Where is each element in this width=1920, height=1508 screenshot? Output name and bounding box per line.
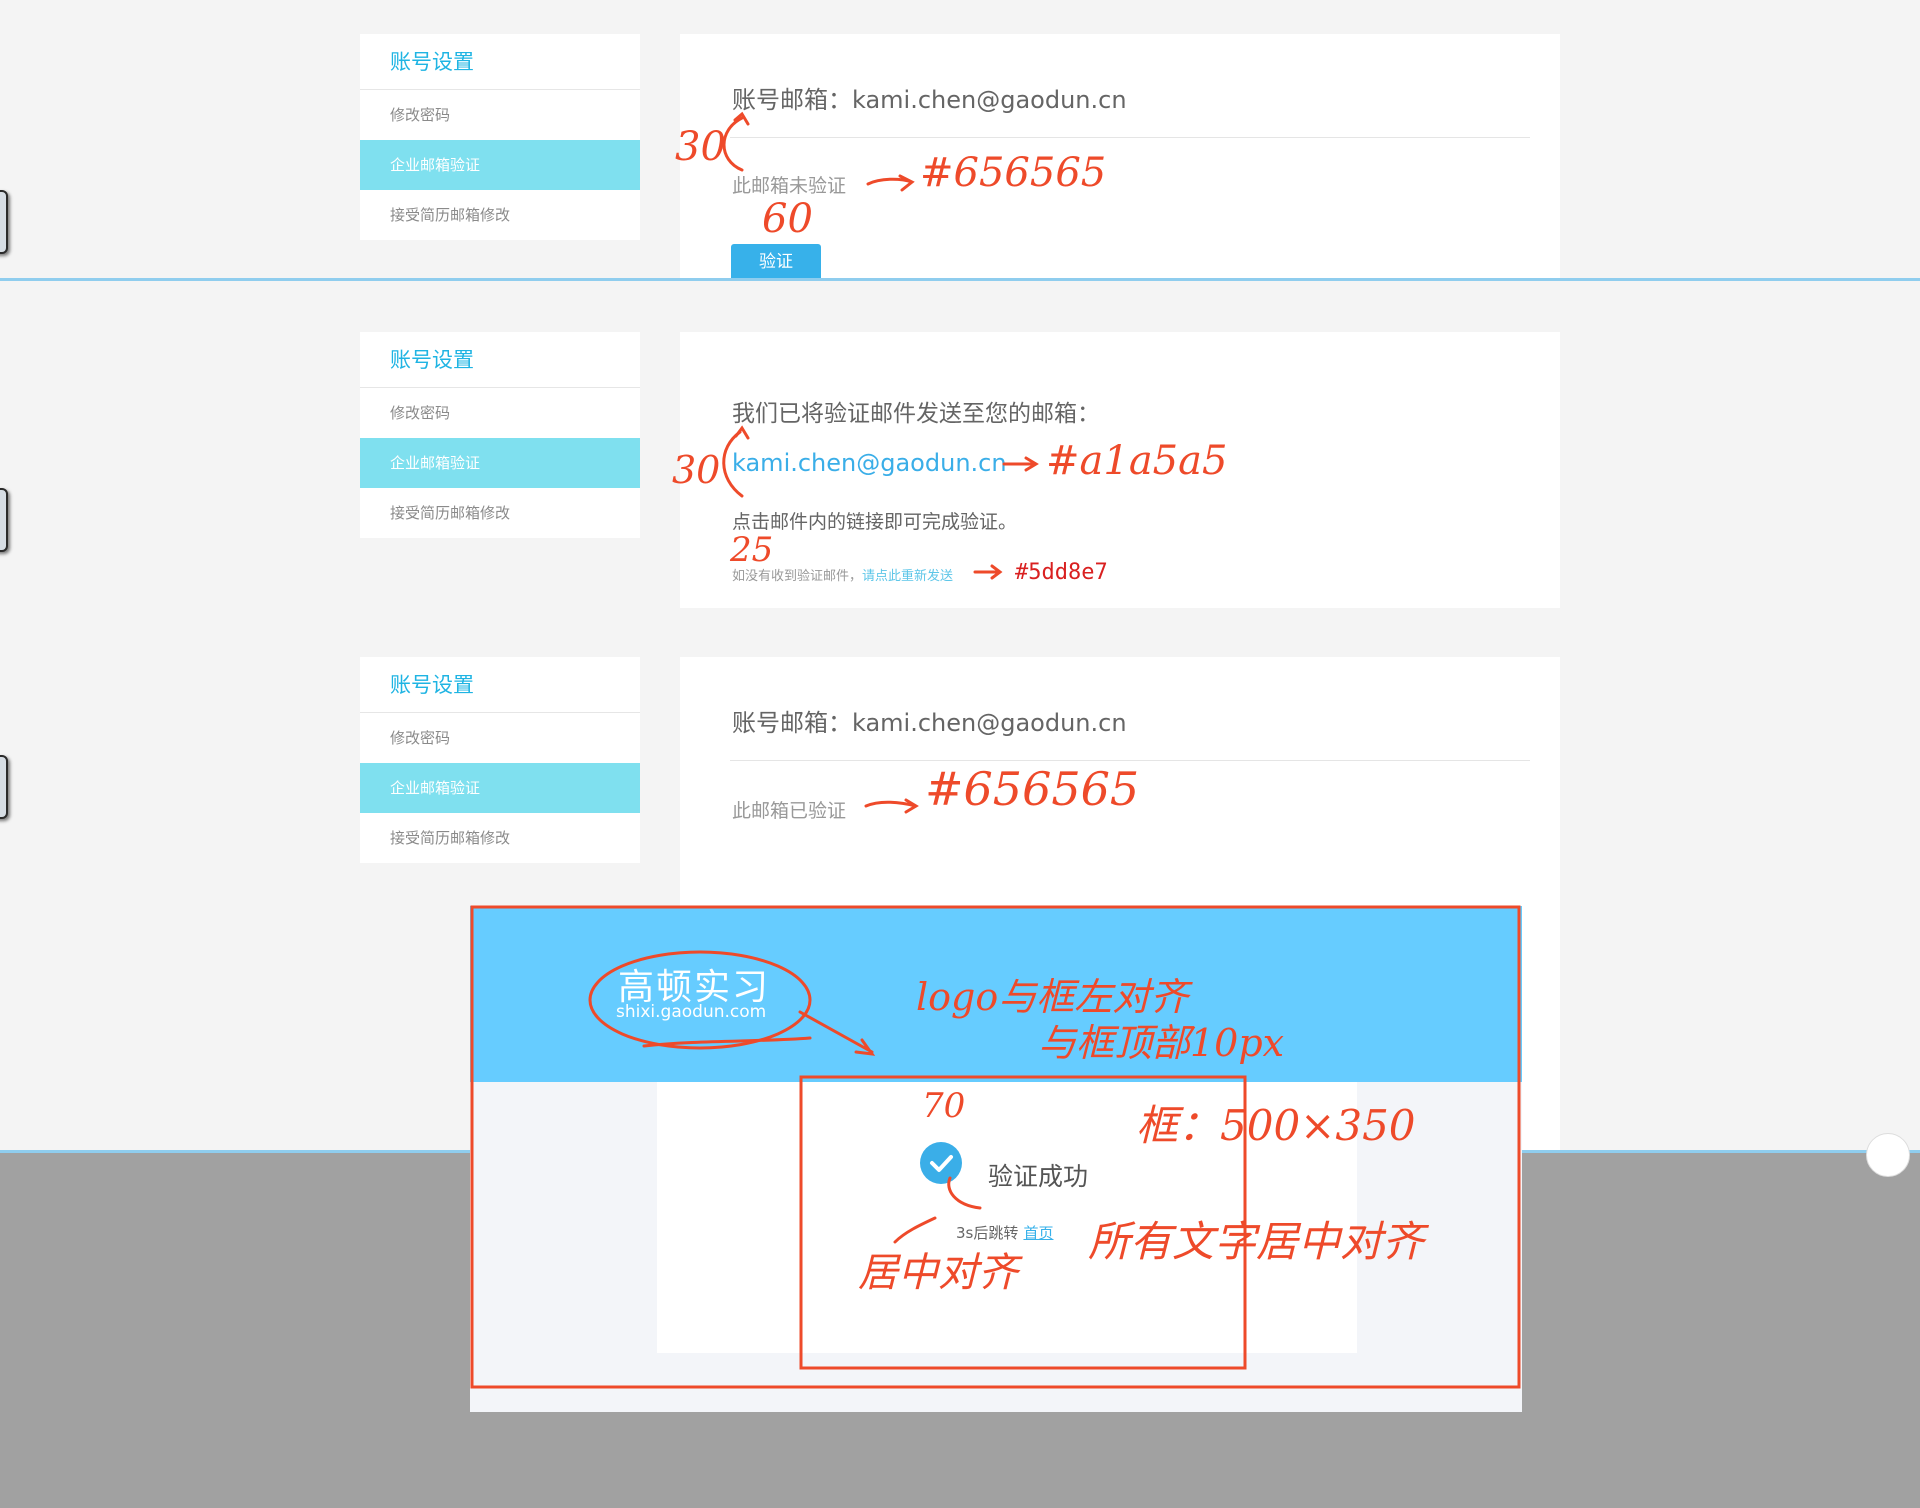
sidebar-item-change-password[interactable]: 修改密码 — [360, 713, 640, 763]
edge-handle — [0, 190, 8, 254]
account-email-label: 账号邮箱：kami.chen@gaodun.cn — [732, 86, 1127, 114]
status-text: 此邮箱已验证 — [732, 800, 847, 822]
verify-button[interactable]: 验证 — [731, 244, 821, 278]
success-text: 验证成功 — [988, 1162, 1089, 1191]
sidebar-item-resume-email[interactable]: 接受简历邮箱修改 — [360, 488, 640, 538]
annotation-note: 与框顶部10px — [1038, 1021, 1285, 1065]
sent-email: kami.chen@gaodun.cn — [732, 449, 1007, 477]
check-circle-icon — [920, 1142, 962, 1184]
annotation-spacing: 30 — [675, 124, 726, 170]
sidebar-item-email-verify[interactable]: 企业邮箱验证 — [360, 763, 640, 813]
sidebar-title: 账号设置 — [360, 34, 640, 90]
settings-sidebar: 账号设置 修改密码 企业邮箱验证 接受简历邮箱修改 — [360, 332, 640, 538]
edge-handle — [0, 755, 8, 819]
status-text: 此邮箱未验证 — [732, 175, 847, 197]
edge-handle — [0, 488, 8, 552]
settings-sidebar: 账号设置 修改密码 企业邮箱验证 接受简历邮箱修改 — [360, 34, 640, 240]
annotation-note: 居中对齐 — [858, 1250, 1018, 1296]
sidebar-item-resume-email[interactable]: 接受简历邮箱修改 — [360, 190, 640, 240]
annotation-color: #656565 — [920, 150, 1107, 196]
logo-url: shixi.gaodun.com — [616, 1002, 767, 1022]
annotation-spacing: 60 — [762, 196, 813, 242]
sidebar-item-email-verify[interactable]: 企业邮箱验证 — [360, 140, 640, 190]
sidebar-title: 账号设置 — [360, 657, 640, 713]
floating-action-button[interactable] — [1866, 1133, 1910, 1177]
sidebar-item-change-password[interactable]: 修改密码 — [360, 90, 640, 140]
settings-sidebar: 账号设置 修改密码 企业邮箱验证 接受简历邮箱修改 — [360, 657, 640, 863]
annotation-note: 框：500×350 — [1136, 1101, 1416, 1150]
sent-heading: 我们已将验证邮件发送至您的邮箱： — [732, 401, 1100, 427]
sidebar-item-email-verify[interactable]: 企业邮箱验证 — [360, 438, 640, 488]
sidebar-item-change-password[interactable]: 修改密码 — [360, 388, 640, 438]
annotation-spacing: 70 — [922, 1086, 966, 1126]
annotation-note: 所有文字居中对齐 — [1088, 1217, 1425, 1266]
sidebar-item-resume-email[interactable]: 接受简历邮箱修改 — [360, 813, 640, 863]
divider — [730, 760, 1530, 761]
resend-link[interactable]: 请点此重新发送 — [862, 569, 953, 584]
annotation-color: #656565 — [925, 762, 1140, 816]
annotation-color: #a1a5a5 — [1046, 438, 1228, 484]
annotation-spacing: 30 — [672, 448, 721, 492]
not-received-text: 如没有收到验证邮件， — [732, 569, 863, 584]
annotation-color: #5dd8e7 — [1015, 560, 1108, 585]
annotation-spacing: 25 — [730, 530, 774, 570]
section-divider-line — [0, 278, 1920, 281]
account-email-label: 账号邮箱：kami.chen@gaodun.cn — [732, 709, 1127, 737]
home-link[interactable]: 首页 — [1023, 1224, 1053, 1242]
sidebar-title: 账号设置 — [360, 332, 640, 388]
divider — [730, 137, 1530, 138]
sent-instruction: 点击邮件内的链接即可完成验证。 — [732, 511, 1018, 533]
